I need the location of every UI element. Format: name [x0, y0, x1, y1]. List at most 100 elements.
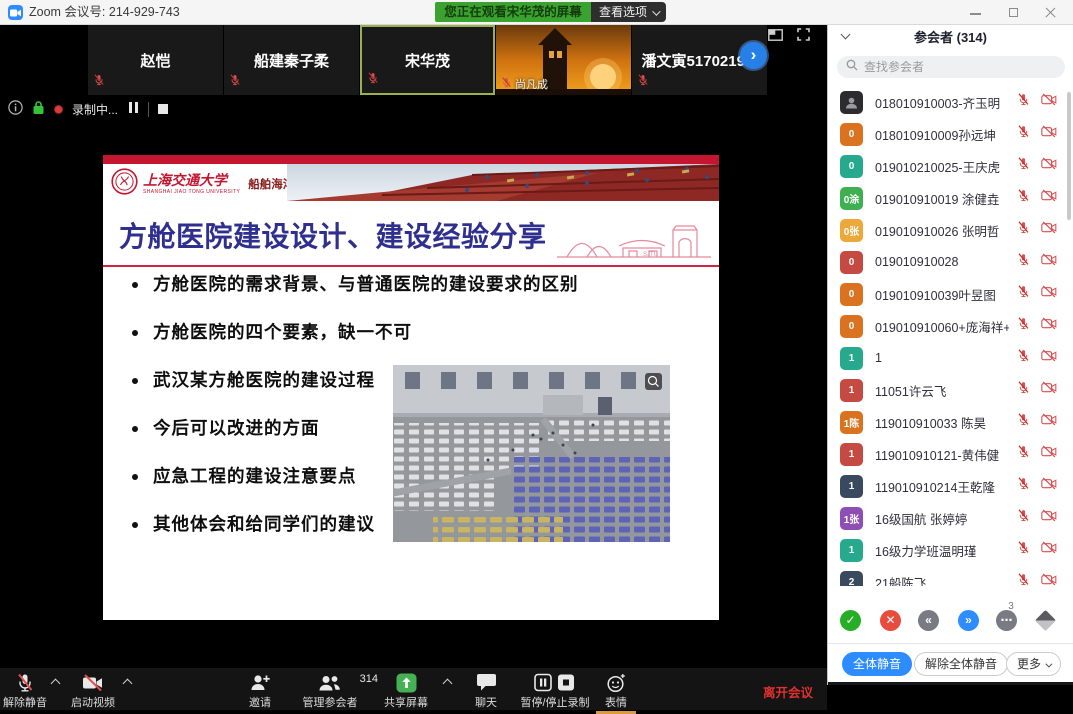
- avatar: 0: [840, 155, 863, 178]
- mic-muted-icon[interactable]: [1017, 125, 1030, 143]
- mic-muted-icon[interactable]: [1017, 445, 1030, 463]
- more-button[interactable]: 更多: [1006, 652, 1061, 676]
- search-input[interactable]: [864, 60, 1044, 74]
- camera-off-icon[interactable]: [1041, 125, 1057, 143]
- camera-off-icon[interactable]: [1041, 541, 1057, 559]
- mic-muted-icon[interactable]: [1017, 349, 1030, 367]
- participant-row[interactable]: 1 11051许云飞: [828, 374, 1073, 406]
- mic-muted-icon[interactable]: [1017, 381, 1030, 399]
- hospital-photo: [393, 365, 670, 542]
- shared-screen-slide: 上海交通大学 SHANGHAI JIAO TONG UNIVERSITY 船舶海…: [103, 155, 719, 620]
- video-tile-camera-off[interactable]: 赵恺: [88, 25, 223, 95]
- audio-options-chevron[interactable]: [52, 680, 60, 688]
- video-tile-camera-off[interactable]: 宋华茂: [360, 25, 495, 95]
- gallery-view-icon[interactable]: [768, 28, 783, 46]
- participant-row[interactable]: 1张 16级国航 张婷婷: [828, 502, 1073, 534]
- participant-row[interactable]: 0张 019010910026 张明哲: [828, 214, 1073, 246]
- reactions-button[interactable]: 表情: [592, 672, 640, 710]
- camera-off-icon[interactable]: [1041, 253, 1057, 271]
- eraser-icon[interactable]: [1035, 610, 1056, 631]
- start-video-button[interactable]: 启动视频: [64, 672, 122, 710]
- mic-muted-icon[interactable]: [1017, 189, 1030, 207]
- camera-off-icon[interactable]: [1041, 93, 1057, 111]
- participant-row[interactable]: 0 019010210025-王庆虎: [828, 150, 1073, 182]
- camera-off-icon[interactable]: [1041, 157, 1057, 175]
- participant-search[interactable]: [837, 56, 1065, 78]
- avatar: 2: [840, 571, 863, 587]
- fullscreen-icon[interactable]: [797, 28, 810, 46]
- video-tile-camera-off[interactable]: 船建秦子柔: [224, 25, 359, 95]
- share-options-chevron[interactable]: [444, 680, 452, 688]
- camera-off-icon[interactable]: [1041, 381, 1057, 399]
- mic-muted-icon[interactable]: [1017, 573, 1030, 586]
- watching-screen-banner: 您正在观看宋华茂的屏幕: [435, 2, 591, 22]
- participant-row[interactable]: 1 119010910121-黄伟健: [828, 438, 1073, 470]
- mic-muted-icon[interactable]: [1017, 413, 1030, 431]
- minimize-button[interactable]: [965, 0, 987, 25]
- divider: [148, 102, 149, 117]
- participant-name: 119010910033 陈昊: [875, 413, 1009, 432]
- camera-off-icon[interactable]: [1041, 477, 1057, 495]
- avatar: [840, 91, 863, 114]
- yes-check-button[interactable]: ✓: [840, 610, 861, 631]
- info-icon[interactable]: [8, 100, 23, 118]
- no-cross-button[interactable]: ✕: [880, 610, 901, 631]
- participant-row[interactable]: 1陈 119010910033 陈昊: [828, 406, 1073, 438]
- mute-all-button[interactable]: 全体静音: [842, 652, 912, 676]
- more-reactions-button[interactable]: 3⋯: [996, 610, 1017, 631]
- manage-participants-button[interactable]: 管理参会者 314: [288, 672, 372, 710]
- camera-off-icon[interactable]: [1041, 221, 1057, 239]
- participant-row[interactable]: 2 21船陈飞: [828, 566, 1073, 586]
- close-button[interactable]: [1040, 0, 1062, 25]
- participant-row[interactable]: 1 1: [828, 342, 1073, 374]
- pause-stop-recording-button[interactable]: 暂停/停止录制: [515, 672, 595, 710]
- camera-off-icon[interactable]: [1041, 509, 1057, 527]
- camera-off-icon: [64, 672, 122, 693]
- participant-name: 119010910121-黄伟健: [875, 445, 1009, 464]
- stop-recording-button[interactable]: [158, 104, 168, 114]
- main-stage: 赵恺 船建秦子柔 宋华茂 尚凡成潘文寅5170219... › 录制中...: [0, 25, 827, 643]
- mic-muted-icon[interactable]: [1017, 253, 1030, 271]
- camera-off-icon[interactable]: [1041, 317, 1057, 335]
- encryption-lock-icon: [32, 100, 45, 118]
- mic-muted-icon[interactable]: [1017, 509, 1030, 527]
- camera-off-icon[interactable]: [1041, 285, 1057, 303]
- chat-button[interactable]: 聊天: [460, 672, 512, 710]
- camera-off-icon[interactable]: [1041, 189, 1057, 207]
- scrollbar-thumb[interactable]: [1067, 92, 1071, 220]
- participant-row[interactable]: 018010910003-齐玉明: [828, 86, 1073, 118]
- mic-muted-icon: [367, 71, 379, 89]
- participant-row[interactable]: 1 119010910214王乾隆: [828, 470, 1073, 502]
- mic-muted-icon[interactable]: [1017, 541, 1030, 559]
- pause-recording-button[interactable]: [127, 102, 139, 116]
- camera-off-icon[interactable]: [1041, 349, 1057, 367]
- camera-off-icon[interactable]: [1041, 445, 1057, 463]
- participant-row[interactable]: 0 019010910039叶昱图: [828, 278, 1073, 310]
- mic-muted-icon[interactable]: [1017, 477, 1030, 495]
- faster-button[interactable]: »: [958, 610, 979, 631]
- camera-off-icon[interactable]: [1041, 573, 1057, 586]
- participant-row[interactable]: 0 018010910009孙远坤: [828, 118, 1073, 150]
- participant-row[interactable]: 0 019010910028: [828, 246, 1073, 278]
- slower-button[interactable]: «: [918, 610, 939, 631]
- camera-off-icon[interactable]: [1041, 413, 1057, 431]
- unmute-all-button[interactable]: 解除全体静音: [914, 652, 1008, 676]
- mic-muted-icon[interactable]: [1017, 157, 1030, 175]
- share-screen-button[interactable]: 共享屏幕: [370, 672, 442, 710]
- participant-row[interactable]: 0涂 019010910019 涂健垚: [828, 182, 1073, 214]
- maximize-button[interactable]: [1003, 0, 1025, 25]
- share-screen-icon: [370, 672, 442, 693]
- mic-muted-icon[interactable]: [1017, 221, 1030, 239]
- window-titlebar: Zoom 会议号: 214-929-743 您正在观看宋华茂的屏幕 查看选项: [0, 0, 1073, 25]
- participant-row[interactable]: 1 16级力学班温明瑾: [828, 534, 1073, 566]
- mic-muted-icon[interactable]: [1017, 93, 1030, 111]
- mic-muted-icon[interactable]: [1017, 317, 1030, 335]
- participant-row[interactable]: 0 019010910060+庞海祥+船建学...: [828, 310, 1073, 342]
- strip-next-button[interactable]: ›: [740, 42, 767, 69]
- video-tile-camera-on[interactable]: 尚凡成: [496, 25, 631, 95]
- video-options-chevron[interactable]: [124, 680, 132, 688]
- invite-button[interactable]: 邀请: [228, 672, 292, 710]
- mic-muted-icon[interactable]: [1017, 285, 1030, 303]
- view-options-button[interactable]: 查看选项: [591, 2, 666, 22]
- unmute-button[interactable]: 解除静音: [0, 672, 50, 710]
